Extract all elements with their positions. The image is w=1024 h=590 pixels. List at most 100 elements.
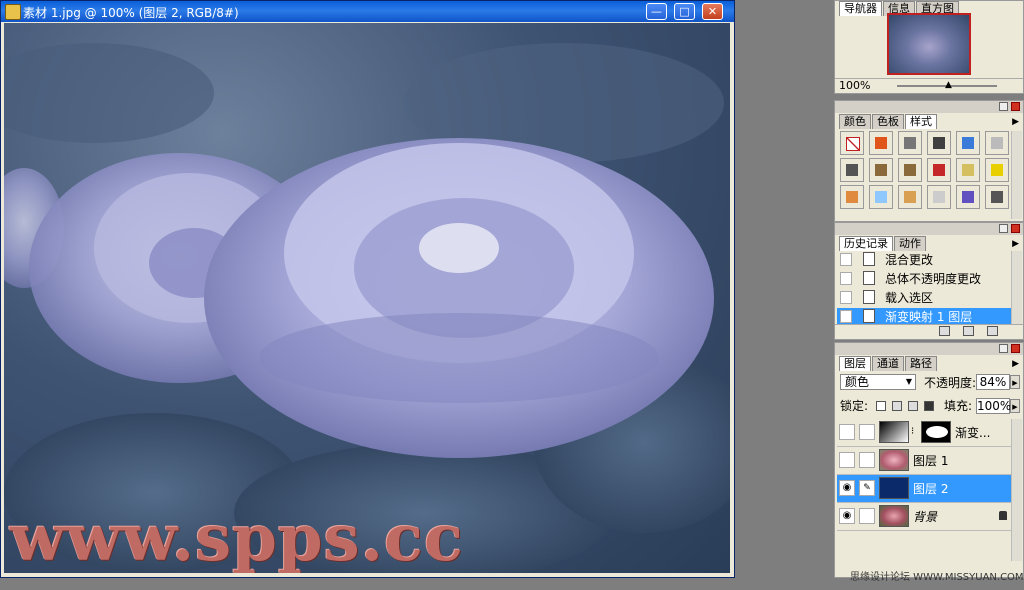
zoom-slider-knob-icon[interactable]: ▲	[945, 80, 952, 90]
style-swatch[interactable]	[898, 131, 922, 155]
style-swatch[interactable]	[927, 185, 951, 209]
style-swatch[interactable]	[840, 158, 864, 182]
history-item[interactable]: 载入选区	[837, 289, 1011, 307]
no-style-icon	[846, 137, 860, 151]
mask-shape-icon	[926, 426, 948, 438]
panel-menu-icon[interactable]: ▶	[1012, 237, 1019, 251]
opacity-slider-arrow-icon[interactable]: ▶	[1010, 375, 1020, 389]
style-preview-icon	[991, 137, 1003, 149]
panel-menu-icon[interactable]: ▶	[1012, 115, 1019, 129]
history-item[interactable]: 混合更改	[837, 251, 1011, 269]
opacity-input[interactable]: 84%	[976, 374, 1010, 390]
style-swatch[interactable]	[985, 131, 1009, 155]
style-preview-icon	[962, 191, 974, 203]
style-swatch[interactable]	[985, 158, 1009, 182]
layer-link-toggle[interactable]	[859, 424, 875, 440]
mask-link-chain-icon[interactable]: ⁝	[911, 426, 914, 437]
blend-mode-select[interactable]: 颜色 ▼	[840, 374, 916, 390]
lock-transparent-icon[interactable]	[876, 401, 886, 411]
style-preview-icon	[904, 191, 916, 203]
panel-menu-icon[interactable]: ▶	[1012, 357, 1019, 371]
layers-scrollbar[interactable]	[1011, 419, 1022, 561]
photoshop-document-icon	[5, 4, 21, 20]
layer-row-gradient-map[interactable]: ⁝ 渐变...	[837, 419, 1011, 447]
tab-swatches[interactable]: 色板	[872, 114, 904, 129]
style-swatch[interactable]	[927, 131, 951, 155]
history-item[interactable]: 总体不透明度更改	[837, 270, 1011, 288]
layer-mask-thumbnail	[921, 421, 951, 443]
history-snapshot-checkbox[interactable]	[840, 253, 852, 266]
panel-close-icon[interactable]	[1011, 224, 1020, 233]
style-preview-icon	[875, 164, 887, 176]
history-snapshot-checkbox[interactable]	[840, 272, 852, 285]
opacity-label: 不透明度:	[924, 376, 977, 390]
layer-row-layer-1[interactable]: 图层 1	[837, 447, 1011, 475]
style-preview-icon	[962, 137, 974, 149]
history-snapshot-checkbox[interactable]	[840, 310, 852, 323]
visibility-toggle[interactable]	[839, 424, 855, 440]
brush-icon[interactable]: ✎	[859, 480, 875, 496]
new-document-from-state-icon[interactable]	[939, 326, 950, 336]
style-swatch[interactable]	[927, 158, 951, 182]
close-button[interactable]: ✕	[702, 3, 723, 20]
navigator-zoom-value[interactable]: 100%	[839, 79, 870, 92]
layer-link-toggle[interactable]	[859, 452, 875, 468]
panel-close-icon[interactable]	[1011, 344, 1020, 353]
tab-history[interactable]: 历史记录	[839, 236, 893, 251]
trash-icon[interactable]	[987, 326, 998, 336]
minimize-button[interactable]: —	[646, 3, 667, 20]
layer-link-toggle[interactable]	[859, 508, 875, 524]
style-swatch[interactable]	[869, 158, 893, 182]
image-canvas[interactable]: www.spps.cc	[4, 23, 730, 573]
history-state-icon	[863, 271, 875, 285]
lock-move-icon[interactable]	[908, 401, 918, 411]
layer-row-layer-2[interactable]: ◉ ✎ 图层 2	[837, 475, 1011, 503]
panel-minimize-icon[interactable]	[999, 102, 1008, 111]
tab-navigator[interactable]: 导航器	[839, 1, 882, 16]
eye-icon[interactable]: ◉	[839, 480, 855, 496]
layer-options-row: 颜色 ▼ 不透明度: 84% ▶	[838, 373, 1020, 393]
navigator-thumbnail[interactable]	[887, 13, 971, 75]
style-preview-icon	[962, 164, 974, 176]
style-swatch[interactable]	[956, 185, 980, 209]
style-swatch[interactable]	[898, 185, 922, 209]
tab-layers[interactable]: 图层	[839, 356, 871, 371]
camera-snapshot-icon[interactable]	[963, 326, 974, 336]
style-swatch[interactable]	[898, 158, 922, 182]
style-swatch[interactable]	[869, 131, 893, 155]
history-panel: 历史记录 动作 ▶ 混合更改 总体不透明度更改 载入选区 渐变映射 1 图层	[834, 222, 1024, 340]
panel-minimize-icon[interactable]	[999, 344, 1008, 353]
history-scrollbar[interactable]	[1011, 251, 1022, 325]
maximize-button[interactable]: □	[674, 3, 695, 20]
tab-color[interactable]: 颜色	[839, 114, 871, 129]
layer-row-background[interactable]: ◉ 背景	[837, 503, 1011, 531]
site-credit: 思缘设计论坛 WWW.MISSYUAN.COM	[850, 572, 1024, 583]
eye-icon[interactable]: ◉	[839, 508, 855, 524]
style-preview-icon	[991, 164, 1003, 176]
panel-close-icon[interactable]	[1011, 102, 1020, 111]
document-titlebar[interactable]: 素材 1.jpg @ 100% (图层 2, RGB/8#) — □ ✕	[1, 1, 734, 22]
visibility-toggle[interactable]	[839, 452, 855, 468]
style-swatch[interactable]	[840, 185, 864, 209]
panel-minimize-icon[interactable]	[999, 224, 1008, 233]
fill-input[interactable]: 100%	[976, 398, 1011, 414]
style-swatch[interactable]	[840, 131, 864, 155]
styles-scrollbar[interactable]	[1011, 131, 1022, 219]
tab-paths[interactable]: 路径	[905, 356, 937, 371]
chevron-down-icon: ▼	[905, 377, 912, 386]
fill-slider-arrow-icon[interactable]: ▶	[1010, 399, 1020, 413]
navigator-zoom-bar: 100% ▲	[835, 78, 1023, 93]
style-swatch[interactable]	[869, 185, 893, 209]
history-snapshot-checkbox[interactable]	[840, 291, 852, 304]
style-swatch[interactable]	[956, 131, 980, 155]
navigator-tabs: 导航器 信息 直方图	[835, 1, 1023, 16]
lock-all-icon[interactable]	[924, 401, 934, 411]
tab-styles[interactable]: 样式	[905, 114, 937, 129]
style-swatch[interactable]	[985, 185, 1009, 209]
history-item-label: 总体不透明度更改	[885, 272, 982, 286]
lock-brush-icon[interactable]	[892, 401, 902, 411]
style-swatch[interactable]	[956, 158, 980, 182]
tab-channels[interactable]: 通道	[872, 356, 904, 371]
tab-actions[interactable]: 动作	[894, 236, 926, 251]
adjustment-layer-thumbnail	[879, 421, 909, 443]
